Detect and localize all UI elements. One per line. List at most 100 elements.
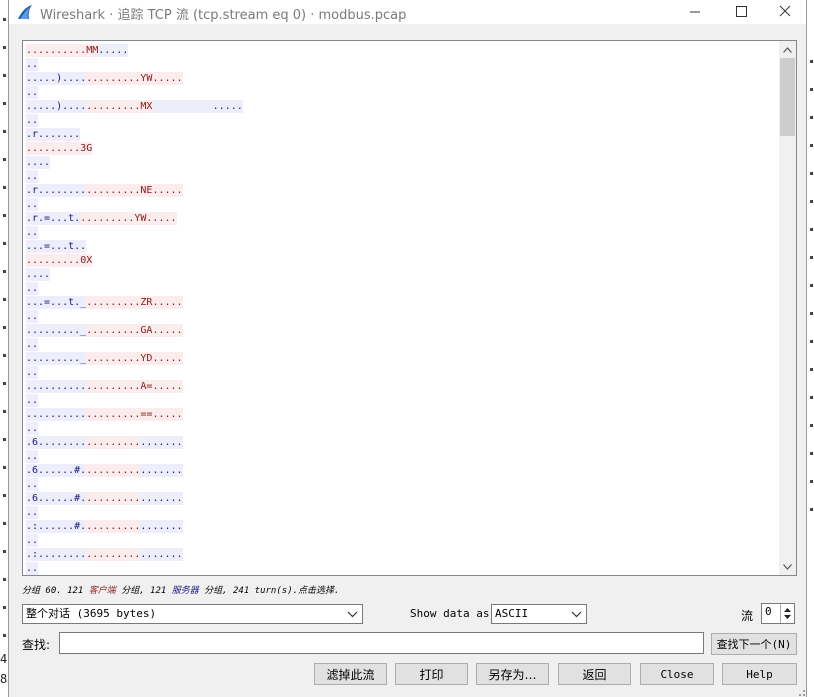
client-bytes[interactable]: ......... [86, 408, 141, 421]
stream-line[interactable]: ...=...t.. [26, 240, 778, 254]
server-bytes[interactable]: ...=...t._ [26, 296, 87, 309]
client-bytes[interactable]: .......... [26, 44, 87, 57]
server-bytes[interactable]: ........._ [26, 352, 87, 365]
server-bytes[interactable]: ....... [140, 548, 183, 561]
scroll-down-button[interactable] [779, 558, 796, 575]
client-bytes[interactable]: ......... [86, 352, 141, 365]
server-bytes[interactable]: .. [26, 534, 39, 547]
maximize-button[interactable] [718, 0, 764, 24]
client-bytes[interactable]: 0X [80, 254, 93, 267]
client-bytes[interactable]: ......... [86, 492, 141, 505]
client-bytes[interactable]: GA..... [140, 324, 183, 337]
stream-line[interactable]: .. [26, 198, 778, 212]
server-bytes[interactable]: .. [26, 478, 39, 491]
stream-line[interactable]: ........._.........YD..... [26, 352, 778, 366]
server-bytes[interactable]: .6......#. [26, 464, 87, 477]
server-bytes[interactable]: .... [26, 268, 51, 281]
stream-line[interactable]: .. [26, 562, 778, 575]
stream-line[interactable]: .r....... [26, 128, 778, 142]
stream-line[interactable]: .. [26, 58, 778, 72]
client-bytes[interactable]: MX [140, 100, 153, 113]
spin-buttons[interactable] [780, 604, 794, 623]
client-bytes[interactable]: YD..... [140, 352, 183, 365]
stream-line[interactable]: ...................A=..... [26, 380, 778, 394]
stream-line[interactable]: .........3G [26, 142, 778, 156]
print-button[interactable]: 打印 [395, 663, 468, 685]
server-bytes[interactable]: ..... [152, 100, 243, 113]
title-bar[interactable]: Wireshark · 追踪 TCP 流 (tcp.stream eq 0) ·… [9, 0, 806, 24]
conversation-select[interactable]: 整个对话 (3695 bytes) [22, 604, 363, 624]
client-bytes[interactable]: ......... [86, 464, 141, 477]
client-bytes[interactable]: YW..... [134, 212, 177, 225]
client-bytes[interactable]: ......... [86, 72, 141, 85]
server-bytes[interactable]: ).... [56, 72, 87, 85]
stream-line[interactable]: .. [26, 478, 778, 492]
find-input[interactable] [59, 632, 704, 654]
client-bytes[interactable]: ......... [86, 548, 141, 561]
stream-line[interactable]: .. [26, 282, 778, 296]
status-server-label[interactable]: 服务器 [172, 586, 199, 596]
client-bytes[interactable]: ==..... [140, 408, 183, 421]
stream-line[interactable]: .....).............YW..... [26, 72, 778, 86]
server-bytes[interactable]: .r....... [26, 128, 81, 141]
client-bytes[interactable]: 3G [80, 142, 93, 155]
stream-line[interactable]: ........._.........GA..... [26, 324, 778, 338]
client-bytes[interactable]: ......... [86, 100, 141, 113]
stream-line[interactable]: .... [26, 268, 778, 282]
client-bytes[interactable]: YW..... [140, 72, 183, 85]
status-client-label[interactable]: 客户端 [89, 586, 116, 596]
stream-line[interactable]: .6........................ [26, 436, 778, 450]
stream-line[interactable]: .. [26, 170, 778, 184]
stream-line[interactable]: .:......#................. [26, 520, 778, 534]
server-bytes[interactable]: .. [26, 506, 39, 519]
server-bytes[interactable]: .. [26, 86, 39, 99]
client-bytes[interactable]: NE..... [140, 184, 183, 197]
server-bytes[interactable]: .r.=...t. [26, 212, 81, 225]
client-bytes[interactable]: ......... [86, 520, 141, 533]
stream-number-spinbox[interactable]: 0 [761, 603, 795, 624]
server-bytes[interactable]: .6......#. [26, 492, 87, 505]
client-bytes[interactable]: ......... [86, 296, 141, 309]
scroll-thumb[interactable] [780, 58, 795, 136]
server-bytes[interactable]: .. [26, 114, 39, 127]
stream-line[interactable]: .. [26, 310, 778, 324]
client-bytes[interactable]: A=..... [140, 380, 183, 393]
stream-line[interactable]: .....).............MX ..... [26, 100, 778, 114]
stream-line[interactable]: .... [26, 156, 778, 170]
server-bytes[interactable]: .. [26, 562, 39, 575]
server-bytes[interactable]: .6........ [26, 436, 87, 449]
stream-line[interactable]: .. [26, 338, 778, 352]
scroll-up-button[interactable] [779, 41, 796, 58]
server-bytes[interactable]: .r........ [26, 184, 87, 197]
server-bytes[interactable]: .:......#. [26, 520, 87, 533]
client-bytes[interactable]: ......... [86, 324, 141, 337]
server-bytes[interactable]: .. [26, 366, 39, 379]
server-bytes[interactable]: .......... [26, 408, 87, 421]
resize-grip-icon[interactable] [794, 685, 806, 697]
client-bytes[interactable]: ......... [26, 142, 81, 155]
server-bytes[interactable]: ).... [56, 100, 87, 113]
server-bytes[interactable]: ....... [140, 520, 183, 533]
server-bytes[interactable]: .. [26, 422, 39, 435]
save-as-button[interactable]: 另存为… [476, 663, 549, 685]
stream-text[interactable]: ..........MM....... .....).............YW… [26, 44, 778, 575]
client-bytes[interactable]: ......... [86, 380, 141, 393]
server-bytes[interactable]: .. [26, 198, 39, 211]
server-bytes[interactable]: ..... [26, 72, 57, 85]
stream-line[interactable]: .. [26, 450, 778, 464]
stream-line[interactable]: .r.=...t..........YW..... [26, 212, 778, 226]
minimize-button[interactable] [672, 0, 718, 24]
server-bytes[interactable]: .. [26, 282, 39, 295]
stream-line[interactable]: .r.................NE..... [26, 184, 778, 198]
stream-line[interactable]: .. [26, 422, 778, 436]
server-bytes[interactable]: .. [26, 338, 39, 351]
server-bytes[interactable]: ...=...t.. [26, 240, 87, 253]
server-bytes[interactable]: .... [26, 156, 51, 169]
find-next-button[interactable]: 查找下一个(N) [711, 633, 797, 655]
show-data-as-select[interactable]: ASCII [491, 604, 587, 624]
stream-line[interactable]: .........0X [26, 254, 778, 268]
close-button[interactable]: Close [640, 663, 714, 685]
stream-line[interactable]: .. [26, 86, 778, 100]
server-bytes[interactable]: .. [26, 170, 39, 183]
stream-line[interactable]: ...................==..... [26, 408, 778, 422]
